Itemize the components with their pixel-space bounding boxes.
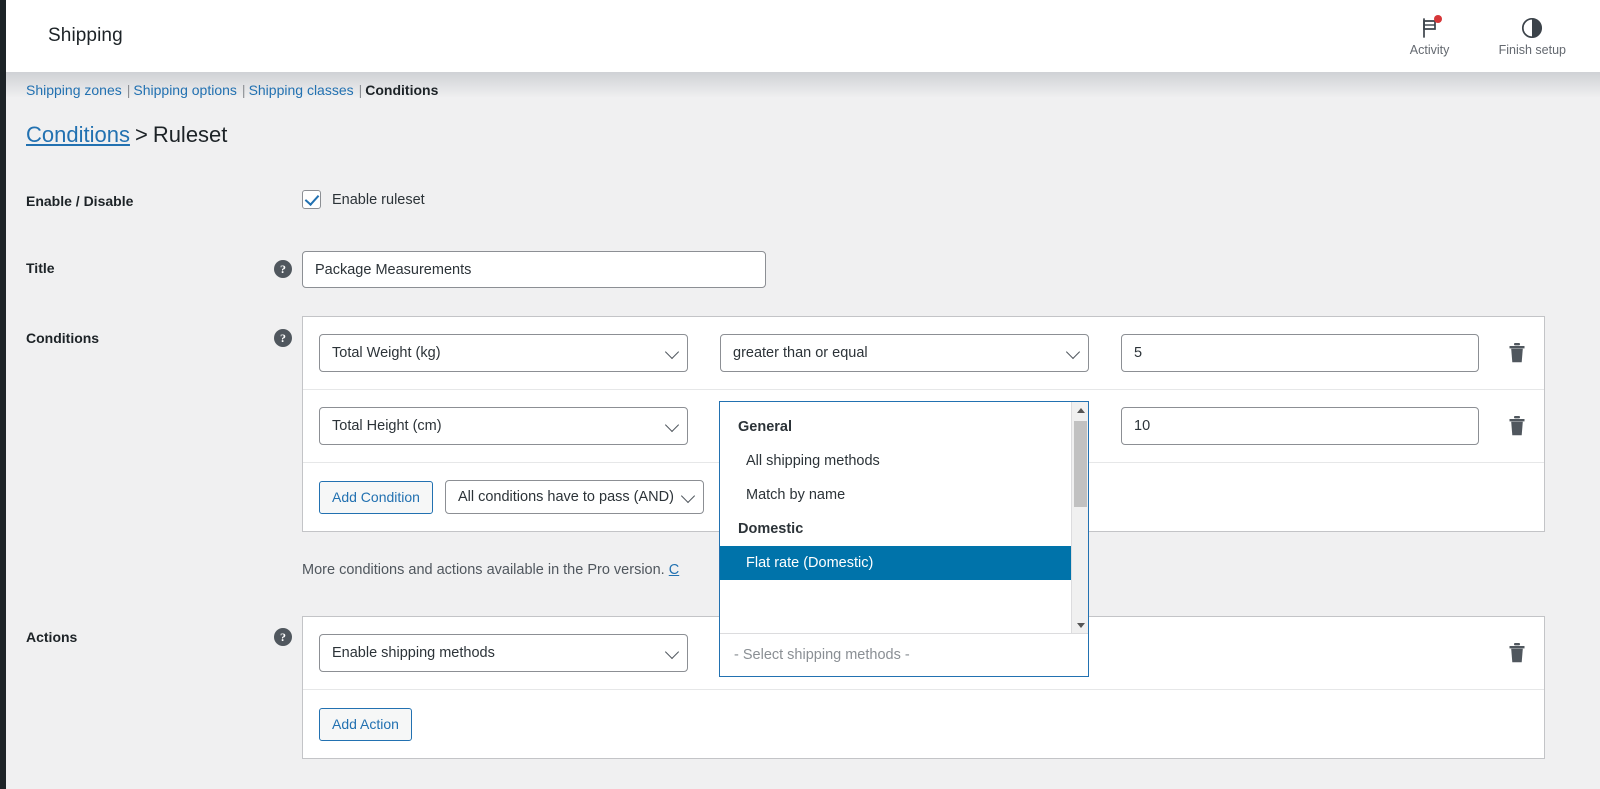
condition-property-value: Total Height (cm) <box>332 418 442 434</box>
shipping-methods-input[interactable]: - Select shipping methods - <box>720 633 1088 676</box>
condition-value-input[interactable] <box>1121 334 1479 372</box>
flag-icon <box>1417 14 1443 41</box>
shipping-methods-dropdown: General All shipping methods Match by na… <box>719 401 1089 677</box>
scrollbar-thumb[interactable] <box>1074 421 1087 507</box>
condition-operator-value: greater than or equal <box>733 345 868 361</box>
subnav-item-shipping-classes[interactable]: Shipping classes <box>249 82 354 98</box>
option-flat-rate-domestic[interactable]: Flat rate (Domestic) <box>720 546 1088 580</box>
add-action-button[interactable]: Add Action <box>319 707 412 741</box>
condition-property-value: Total Weight (kg) <box>332 345 441 361</box>
chevron-down-icon <box>664 417 680 433</box>
caret-up-icon <box>1076 408 1085 413</box>
scroll-down-button[interactable] <box>1072 617 1088 634</box>
activity-label: Activity <box>1409 42 1450 57</box>
trash-icon[interactable] <box>1506 414 1528 438</box>
breadcrumb: Conditions > Ruleset <box>26 121 227 150</box>
subnav: Shipping zones | Shipping options | Ship… <box>26 82 438 98</box>
shipping-methods-placeholder: - Select shipping methods - <box>734 647 910 663</box>
enable-ruleset-label: Enable ruleset <box>332 191 425 208</box>
progress-circle-icon <box>1519 15 1545 41</box>
finish-setup-button[interactable]: Finish setup <box>1499 15 1566 58</box>
enable-ruleset-checkbox[interactable] <box>302 190 321 209</box>
header-actions: Activity Finish setup <box>1403 14 1576 58</box>
breadcrumb-separator: > <box>134 122 148 147</box>
conditions-label: Conditions <box>26 330 100 346</box>
finish-setup-label: Finish setup <box>1498 42 1566 57</box>
enable-ruleset-row: Enable ruleset <box>302 190 425 209</box>
breadcrumb-root-link[interactable]: Conditions <box>26 122 130 147</box>
conditions-help-icon[interactable]: ? <box>274 329 292 347</box>
condition-operator-select[interactable]: greater than or equal <box>720 334 1089 372</box>
page-root: Shipping Activity Finish setup Shipping … <box>0 0 1600 789</box>
match-mode-select[interactable]: All conditions have to pass (AND) <box>444 480 704 514</box>
notification-badge-dot <box>1433 14 1442 23</box>
actions-help-icon[interactable]: ? <box>274 628 292 646</box>
add-condition-button[interactable]: Add Condition <box>319 480 433 514</box>
chevron-down-icon <box>680 488 696 504</box>
title-input[interactable] <box>302 251 766 288</box>
match-mode-value: All conditions have to pass (AND) <box>457 489 674 505</box>
enable-disable-label: Enable / Disable <box>26 193 134 209</box>
activity-button[interactable]: Activity <box>1403 14 1457 58</box>
shipping-methods-option-list: General All shipping methods Match by na… <box>720 402 1088 634</box>
title-label: Title <box>26 260 55 276</box>
option-all-shipping-methods[interactable]: All shipping methods <box>720 444 1088 478</box>
action-type-value: Enable shipping methods <box>332 645 495 661</box>
chevron-down-icon <box>1065 344 1081 360</box>
option-group-general: General <box>738 419 792 435</box>
subnav-item-shipping-options[interactable]: Shipping options <box>133 82 237 98</box>
actions-label: Actions <box>26 629 78 645</box>
option-group-domestic: Domestic <box>738 521 804 537</box>
chevron-down-icon <box>664 644 680 660</box>
page-title: Shipping <box>48 25 123 46</box>
trash-icon[interactable] <box>1506 641 1528 665</box>
subnav-separator: | <box>126 82 131 98</box>
option-match-by-name[interactable]: Match by name <box>720 478 1088 512</box>
caret-down-icon <box>1076 623 1085 628</box>
actions-footer-row: Add Action <box>303 690 1544 758</box>
pro-version-link[interactable]: C <box>669 562 679 578</box>
condition-property-select[interactable]: Total Height (cm) <box>319 407 688 445</box>
title-help-icon[interactable]: ? <box>274 260 292 278</box>
subnav-separator: | <box>241 82 246 98</box>
scroll-up-button[interactable] <box>1072 402 1088 419</box>
condition-row: Total Weight (kg) greater than or equal <box>303 317 1544 390</box>
condition-property-select[interactable]: Total Weight (kg) <box>319 334 688 372</box>
subnav-item-shipping-zones[interactable]: Shipping zones <box>26 82 122 98</box>
breadcrumb-current: Ruleset <box>152 122 228 147</box>
condition-value-input[interactable] <box>1121 407 1479 445</box>
action-type-select[interactable]: Enable shipping methods <box>319 634 688 672</box>
app-header: Shipping Activity Finish setup <box>6 0 1600 72</box>
dropdown-scrollbar[interactable] <box>1071 402 1088 634</box>
pro-version-note: More conditions and actions available in… <box>302 562 679 578</box>
subnav-item-conditions[interactable]: Conditions <box>365 82 438 98</box>
pro-version-note-text: More conditions and actions available in… <box>302 562 665 578</box>
subnav-separator: | <box>358 82 363 98</box>
trash-icon[interactable] <box>1506 341 1528 365</box>
chevron-down-icon <box>664 344 680 360</box>
